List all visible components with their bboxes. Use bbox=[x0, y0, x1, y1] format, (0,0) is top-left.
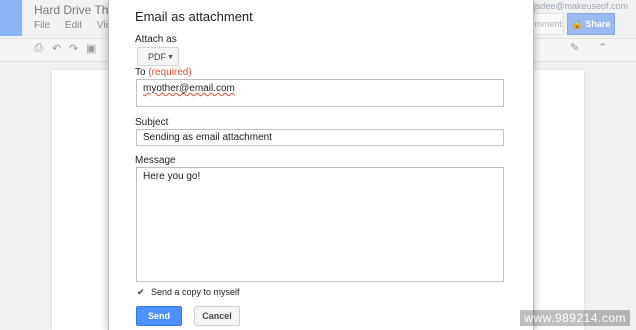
subject-field[interactable]: Sending as email attachment bbox=[136, 129, 504, 146]
send-copy-row: ✔ Send a copy to myself bbox=[137, 287, 240, 297]
editing-mode-icon[interactable]: ✎ bbox=[570, 41, 579, 54]
send-copy-checkbox[interactable]: ✔ bbox=[137, 288, 146, 297]
docs-logo[interactable] bbox=[0, 0, 22, 36]
to-field[interactable]: myother@email.com bbox=[136, 79, 504, 107]
watermark: www.989214.com bbox=[520, 310, 630, 326]
share-button[interactable]: 🔒 Share bbox=[567, 13, 615, 35]
dialog-title: Email as attachment bbox=[135, 9, 253, 24]
account-email[interactable]: jsdee@makeuseof.com bbox=[534, 1, 628, 11]
menu-edit[interactable]: Edit bbox=[65, 20, 82, 31]
required-indicator: (required) bbox=[148, 67, 192, 78]
to-label: To (required) bbox=[135, 67, 192, 78]
attach-format-select[interactable]: PDF ▼ bbox=[137, 47, 179, 66]
document-title[interactable]: Hard Drive Thr bbox=[34, 3, 112, 17]
attach-format-value: PDF bbox=[148, 52, 166, 62]
cancel-button[interactable]: Cancel bbox=[194, 306, 240, 326]
menu-file[interactable]: File bbox=[34, 20, 50, 31]
send-button[interactable]: Send bbox=[136, 306, 182, 326]
email-attachment-dialog: Email as attachment Attach as PDF ▼ To (… bbox=[108, 0, 534, 330]
send-copy-label[interactable]: Send a copy to myself bbox=[151, 287, 240, 297]
message-label: Message bbox=[135, 155, 176, 166]
paint-format-icon[interactable]: ▣ bbox=[86, 42, 96, 55]
dropdown-arrow-icon: ▼ bbox=[167, 54, 174, 61]
message-field[interactable]: Here you go! bbox=[136, 167, 504, 282]
undo-icon[interactable]: ↶ bbox=[52, 42, 61, 55]
to-field-value: myother@email.com bbox=[143, 83, 235, 94]
collapse-menu-icon[interactable]: ⌃ bbox=[598, 41, 607, 54]
redo-icon[interactable]: ↷ bbox=[69, 42, 78, 55]
subject-label: Subject bbox=[135, 117, 169, 128]
to-label-text: To bbox=[135, 67, 146, 78]
share-label: Share bbox=[585, 19, 611, 29]
print-icon[interactable]: ⎙ bbox=[34, 42, 43, 55]
attach-as-label: Attach as bbox=[135, 34, 177, 45]
